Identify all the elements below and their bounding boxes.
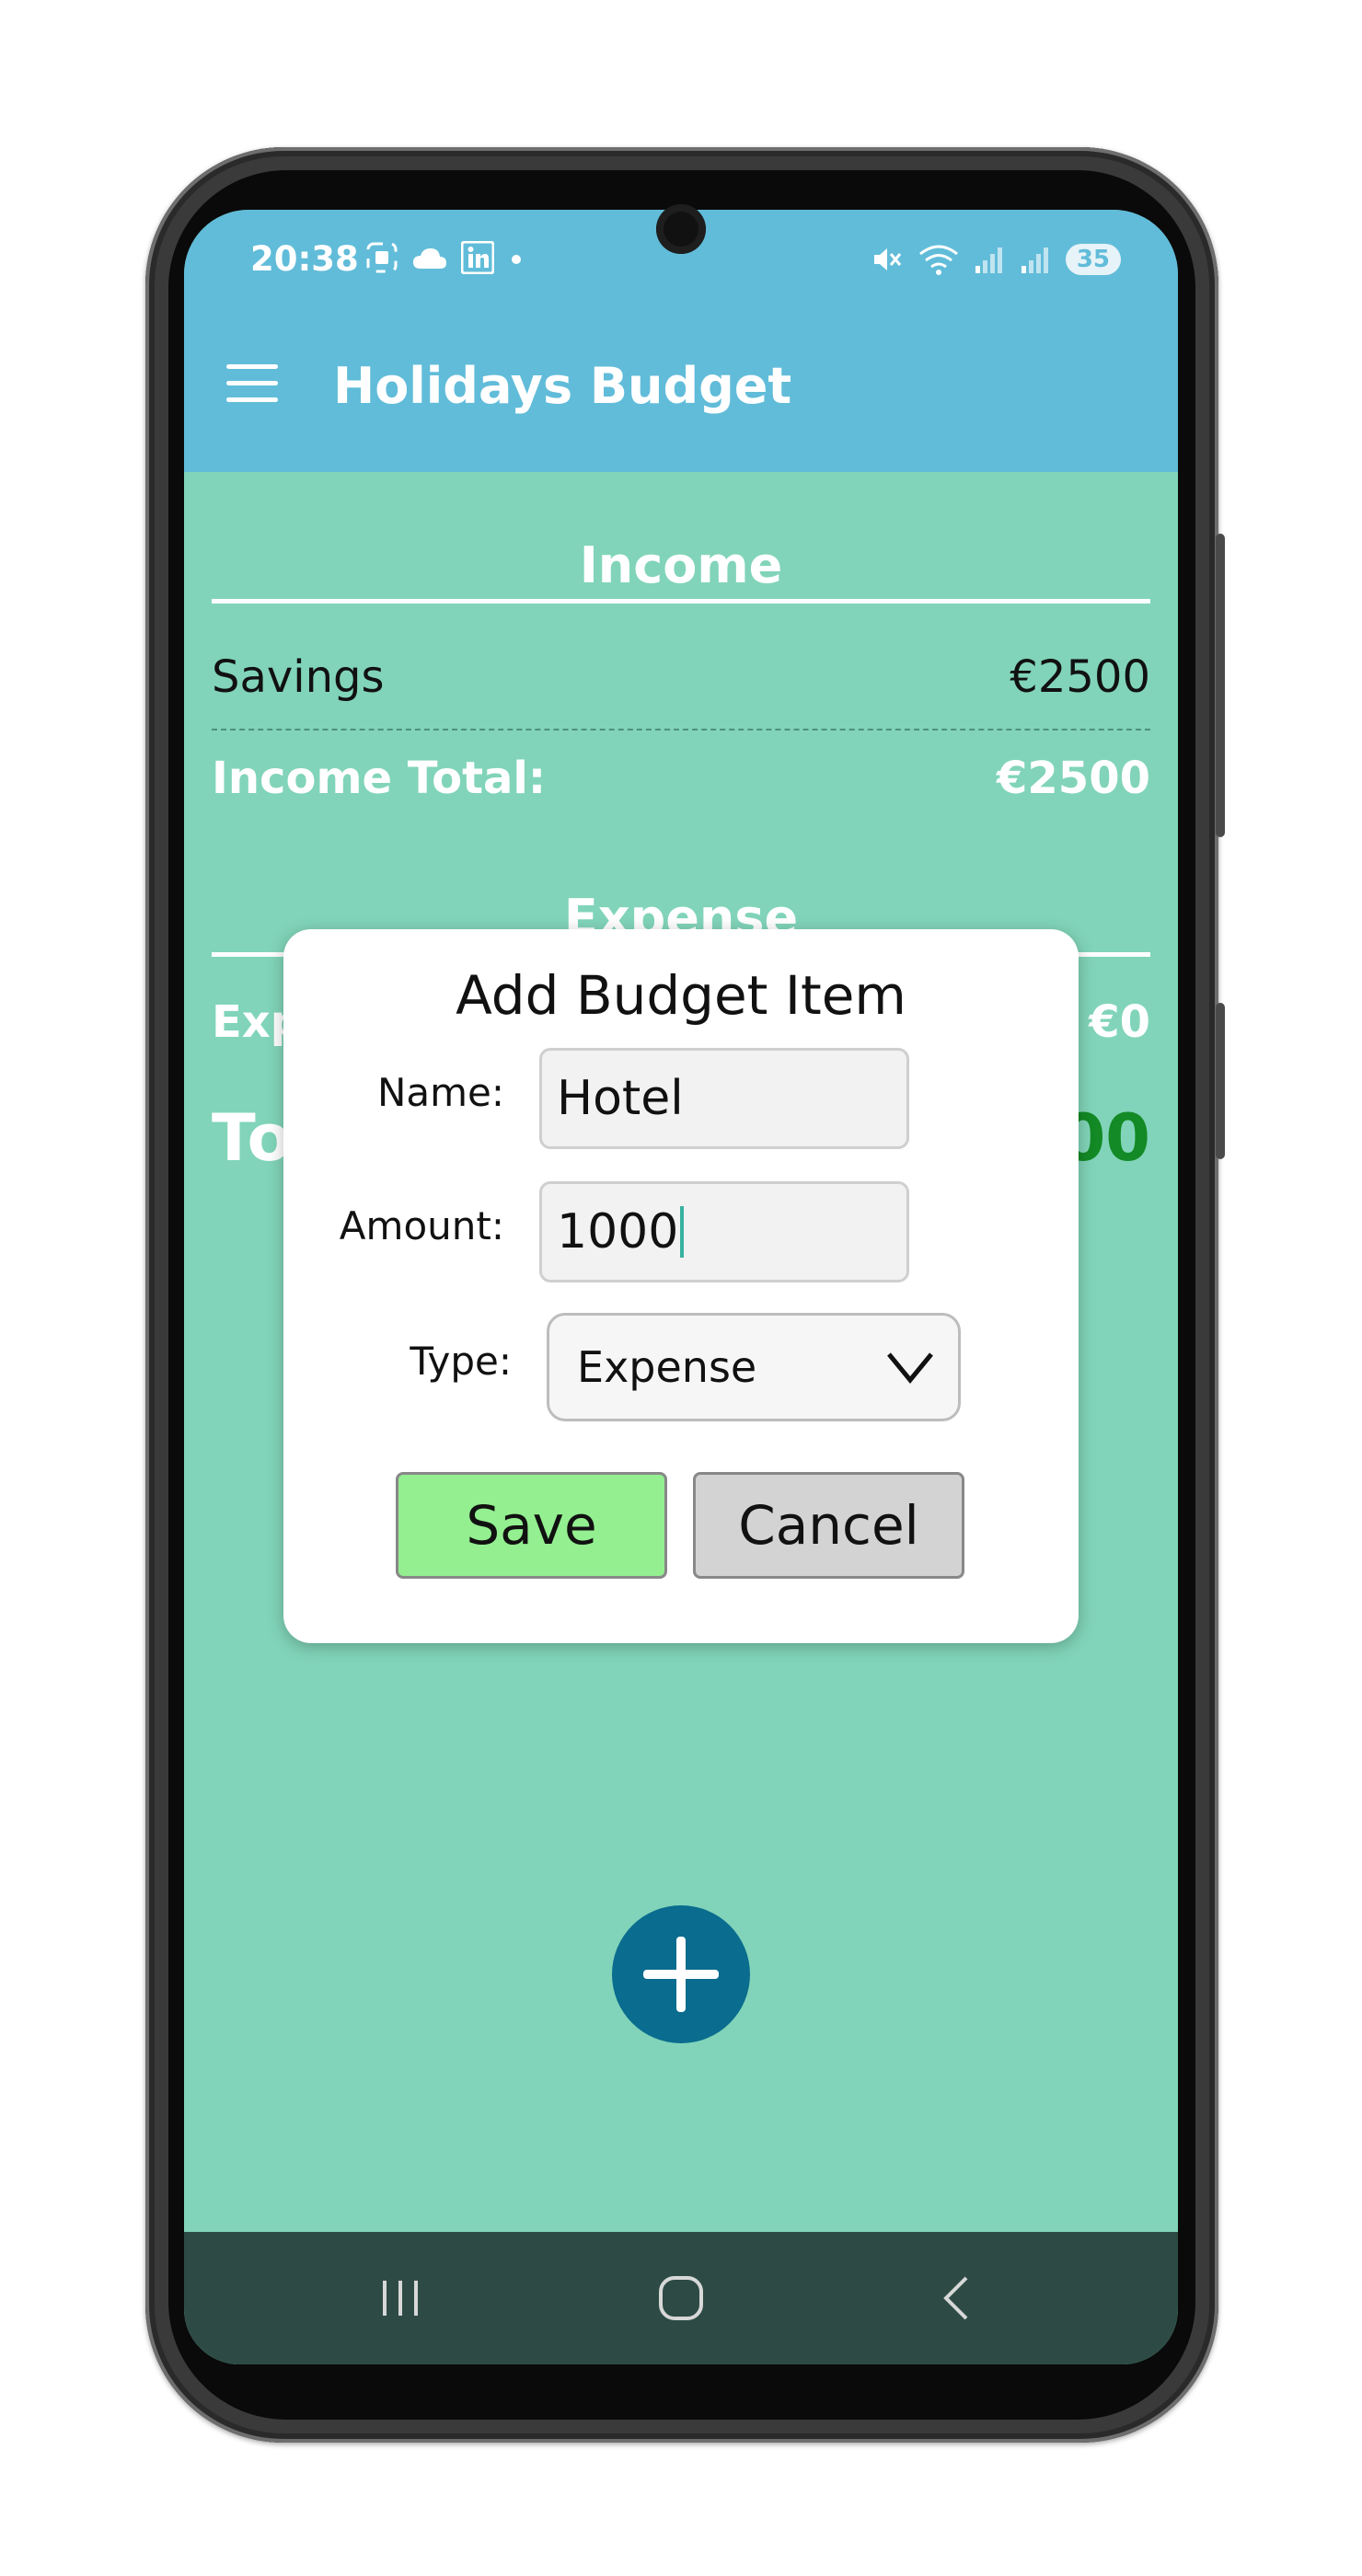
home-icon <box>659 2276 703 2320</box>
system-nav-bar <box>184 2232 1178 2364</box>
type-label: Type: <box>410 1339 512 1384</box>
recents-button[interactable] <box>359 2269 442 2328</box>
signal-icon <box>975 247 1002 273</box>
item-amount: €2500 <box>1010 651 1150 703</box>
add-budget-item-dialog: Add Budget Item Name: Hotel Amount: 1000… <box>283 929 1079 1643</box>
volume-button <box>1216 534 1225 837</box>
status-icons-left <box>365 241 525 274</box>
name-input-value: Hotel <box>557 1071 684 1126</box>
back-icon <box>943 2276 968 2320</box>
status-time: 20:38 <box>250 239 359 279</box>
recents-icon <box>383 2281 418 2316</box>
signal-icon <box>1021 247 1048 273</box>
front-camera <box>656 204 706 254</box>
linkedin-icon <box>461 241 494 274</box>
back-button[interactable] <box>916 2269 998 2328</box>
text-cursor <box>680 1206 685 1258</box>
wifi-icon <box>918 245 958 275</box>
name-label: Name: <box>376 1070 504 1115</box>
expense-total-value: €0 <box>1089 996 1150 1048</box>
income-total-row: Income Total: €2500 <box>212 753 1150 804</box>
type-select[interactable]: Expense <box>547 1313 961 1421</box>
name-input[interactable]: Hotel <box>539 1048 909 1149</box>
amount-input[interactable]: 1000 <box>539 1181 909 1282</box>
mute-icon <box>873 248 901 270</box>
summary-total-label: To <box>212 1100 292 1176</box>
status-icons-right: 35 <box>871 243 1121 276</box>
income-total-label: Income Total: <box>212 753 547 804</box>
cancel-button[interactable]: Cancel <box>693 1472 964 1579</box>
screenshot-icon <box>366 242 398 273</box>
cloud-icon <box>413 248 446 269</box>
amount-input-value: 1000 <box>557 1204 679 1259</box>
app-title: Holidays Budget <box>333 357 792 415</box>
save-button[interactable]: Save <box>396 1472 667 1579</box>
list-item[interactable]: Savings €2500 <box>212 651 1150 703</box>
dot-icon <box>512 255 521 264</box>
item-name: Savings <box>212 651 385 703</box>
income-divider <box>212 599 1150 604</box>
plus-icon <box>643 1937 719 2012</box>
income-total-value: €2500 <box>997 753 1150 804</box>
battery-level: 35 <box>1065 244 1121 275</box>
home-button[interactable] <box>640 2269 722 2328</box>
amount-label: Amount: <box>339 1203 504 1248</box>
chevron-down-icon <box>887 1352 933 1384</box>
income-title: Income <box>579 536 783 594</box>
dialog-title: Add Budget Item <box>456 964 906 1027</box>
add-item-button[interactable] <box>612 1905 750 2043</box>
type-select-value: Expense <box>577 1342 757 1392</box>
screen: 20:38 35 Holidays Budget Income Savings … <box>184 210 1178 2364</box>
hamburger-menu-icon[interactable] <box>226 364 278 403</box>
power-button <box>1216 1003 1225 1159</box>
row-separator <box>212 729 1150 730</box>
